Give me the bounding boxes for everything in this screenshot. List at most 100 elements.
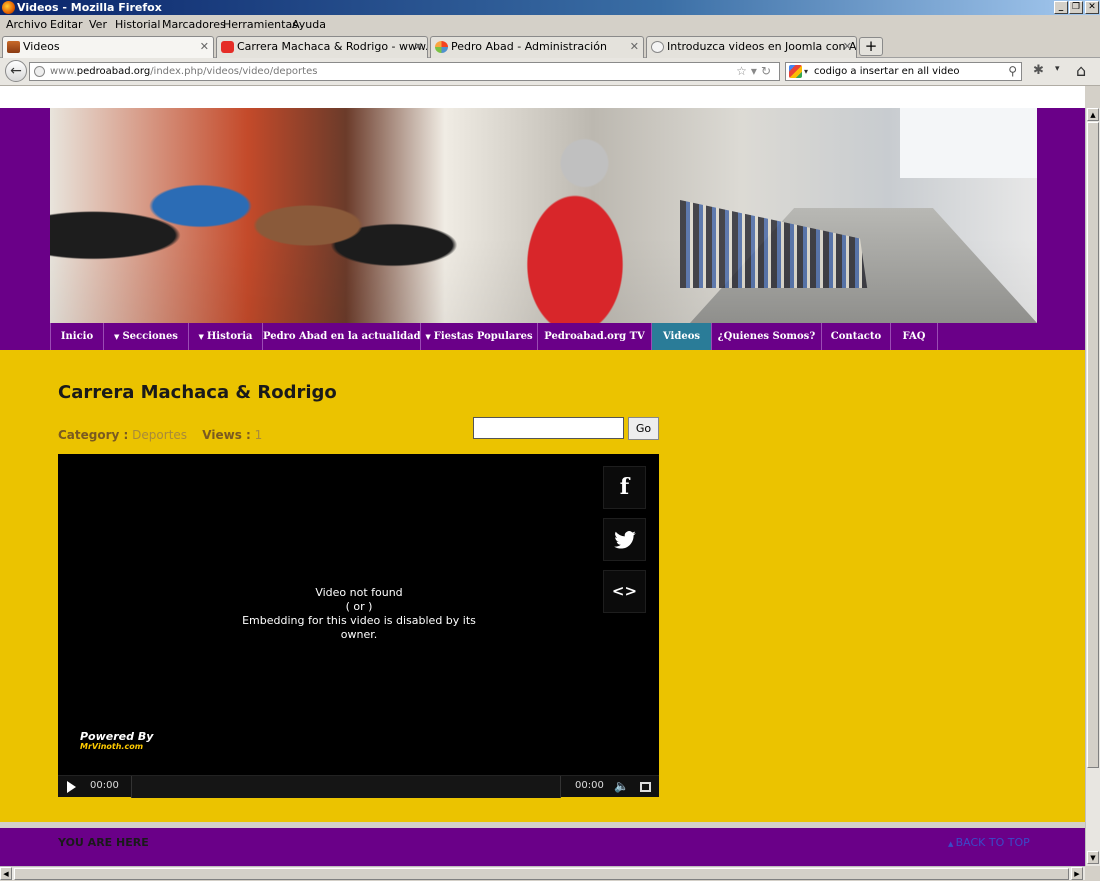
video-title: Carrera Machaca & Rodrigo [58,382,337,403]
menu-item-quienes[interactable]: ¿Quienes Somos? [711,323,821,350]
banner-sky [900,108,1037,178]
new-tab-button[interactable]: + [859,37,883,56]
views-value: 1 [254,428,263,442]
minimize-button[interactable]: _ [1054,1,1068,14]
tab-videos[interactable]: Videos ✕ [2,36,214,59]
menu-item-label: FAQ [902,331,926,342]
tab-introduzca[interactable]: Introduzca videos en Joomla con All-vide… [646,36,857,58]
scroll-left-arrow-icon[interactable]: ◀ [0,867,12,880]
scroll-down-arrow-icon[interactable]: ▼ [1087,851,1099,864]
menu-ayuda[interactable]: Ayuda [292,18,326,31]
menu-item-contacto[interactable]: Contacto [821,323,890,350]
tab-close-icon[interactable]: ✕ [414,37,423,57]
menu-item-label: Pedroabad.org TV [544,331,645,342]
menu-item-label: Fiestas Populares [433,331,533,342]
menu-item-historia[interactable]: ▼ Historia [188,323,262,350]
back-button[interactable]: ← [5,60,27,82]
menu-ver[interactable]: Ver [89,18,107,31]
vertical-scrollbar[interactable]: ▲ ▼ [1085,108,1100,866]
tab-admin[interactable]: Pedro Abad - Administración ✕ [430,36,644,58]
scroll-right-arrow-icon[interactable]: ▶ [1071,867,1083,880]
page-top-strip [0,86,1085,108]
tab-label: Videos [23,40,60,53]
go-button[interactable]: Go [628,417,659,440]
category-label: Category : [58,428,129,442]
menu-historial[interactable]: Historial [115,18,160,31]
menubar: Archivo Editar Ver Historial Marcadores … [0,15,1100,34]
menu-archivo[interactable]: Archivo [6,18,47,31]
error-line: ( or ) [345,600,373,613]
tab-label: Pedro Abad - Administración [451,40,607,53]
menu-item-label: Historia [206,331,253,342]
tab-close-icon[interactable]: ✕ [630,37,639,57]
bookmark-star-icon[interactable]: ☆ [736,64,751,78]
menu-item-faq[interactable]: FAQ [890,323,938,350]
embed-code-button[interactable]: <> [603,570,646,613]
home-icon[interactable]: ⌂ [1076,61,1086,80]
horizontal-scroll-thumb[interactable] [14,868,1069,880]
reload-icon[interactable]: ↻ [761,64,775,78]
menu-item-secciones[interactable]: ▼ Secciones [103,323,188,350]
menu-item-label: Pedro Abad en la actualidad [263,331,421,342]
site-identity-icon[interactable] [34,66,45,77]
header-banner-image [50,108,1037,323]
video-search-input[interactable] [473,417,624,439]
banner-cyclist [480,128,670,323]
player-error-message: Video not found ( or ) Embedding for thi… [228,586,490,642]
menu-item-inicio[interactable]: Inicio [50,323,103,350]
fullscreen-icon[interactable] [640,782,651,792]
page-viewport: Inicio ▼ Secciones ▼ Historia Pedro Abad e… [0,86,1085,866]
url-path: /index.php/videos/video/deportes [150,66,318,77]
menu-herramientas[interactable]: Herramientas [223,18,298,31]
menu-marcadores[interactable]: Marcadores [162,18,226,31]
google-icon[interactable] [789,65,802,78]
video-player[interactable]: Video not found ( or ) Embedding for thi… [58,454,659,798]
caret-down-icon: ▼ [198,332,204,341]
site-main-menu: Inicio ▼ Secciones ▼ Historia Pedro Abad e… [50,323,1037,350]
extension-icon[interactable]: ✱ [1033,63,1044,78]
caret-down-icon: ▼ [425,332,431,341]
play-icon[interactable] [67,781,76,793]
caret-up-icon: ▲ [948,840,956,848]
back-arrow-icon: ← [10,63,22,79]
tab-close-icon[interactable]: ✕ [200,37,209,57]
close-window-button[interactable]: ✕ [1085,1,1099,14]
dropdown-icon[interactable]: ▾ [751,64,761,78]
menu-item-tv[interactable]: Pedroabad.org TV [537,323,651,350]
facebook-icon: f [619,474,630,500]
search-bar[interactable]: ▾ codigo a insertar en all video ⚲ [785,62,1022,81]
maximize-button[interactable]: ❐ [1069,1,1083,14]
seek-bar[interactable] [131,776,561,798]
breadcrumb-label: YOU ARE HERE [58,836,149,849]
error-line: Video not found [315,586,403,599]
menu-item-videos[interactable]: Videos [651,323,711,350]
menu-item-fiestas[interactable]: ▼ Fiestas Populares [420,323,537,350]
player-controls: 00:00 00:00 🔈 [58,775,659,798]
url-bar[interactable]: www.pedroabad.org/index.php/videos/video… [29,62,780,81]
twitter-share-button[interactable] [603,518,646,561]
scroll-up-arrow-icon[interactable]: ▲ [1087,108,1099,121]
back-to-top-label: BACK TO TOP [955,836,1030,849]
search-input[interactable]: codigo a insertar en all video [814,66,959,77]
horizontal-scrollbar[interactable]: ◀ ▶ [0,866,1085,880]
banner-crowd [50,128,480,323]
youtube-icon [221,41,234,53]
volume-icon[interactable]: 🔈 [614,779,629,793]
menu-editar[interactable]: Editar [50,18,83,31]
search-engine-dropdown-icon[interactable]: ▾ [804,63,808,80]
current-time: 00:00 [90,780,119,791]
tab-carrera[interactable]: Carrera Machaca & Rodrigo - www.pedro...… [216,36,428,58]
window-title: Videos - Mozilla Firefox [17,1,162,14]
facebook-share-button[interactable]: f [603,466,646,509]
search-icon[interactable]: ⚲ [1008,63,1017,80]
navigation-bar: ← www.pedroabad.org/index.php/videos/vid… [0,58,1100,86]
menu-item-label: Contacto [830,331,882,342]
tab-close-icon[interactable]: ✕ [843,37,852,57]
vertical-scroll-thumb[interactable] [1087,122,1099,768]
toolbar-menu-icon[interactable]: ▾ [1055,64,1060,74]
menu-item-label: Inicio [60,331,94,342]
twitter-icon [613,531,636,549]
menu-item-actualidad[interactable]: Pedro Abad en la actualidad [262,323,421,350]
category-value[interactable]: Deportes [132,428,187,442]
back-to-top-link[interactable]: ▲ BACK TO TOP [948,836,1030,849]
